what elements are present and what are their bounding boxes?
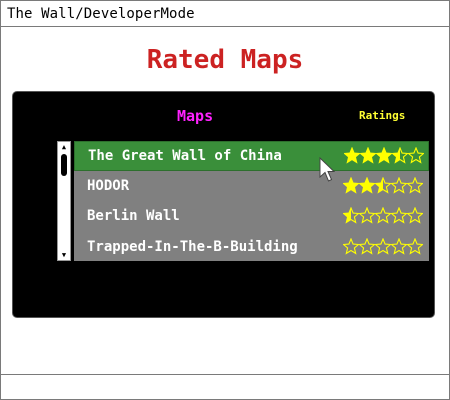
star-icon <box>375 207 391 224</box>
star-icon <box>360 147 376 164</box>
ratings-column-header: Ratings <box>359 109 406 122</box>
window-title: The Wall/DeveloperMode <box>7 6 195 22</box>
list-scrollbar[interactable]: ▲ ▼ <box>57 141 71 261</box>
star-icon <box>407 237 423 255</box>
status-bar <box>1 374 449 399</box>
table-row[interactable]: The Great Wall of China <box>74 141 429 171</box>
title-bar: The Wall/DeveloperMode <box>1 1 449 27</box>
star-icon <box>343 237 359 255</box>
scroll-down-arrow-icon[interactable]: ▼ <box>58 250 70 260</box>
star-icon <box>391 207 407 224</box>
table-row[interactable]: HODOR <box>74 172 429 202</box>
star-icon <box>392 147 408 164</box>
star-icon <box>344 147 360 164</box>
star-icon <box>359 176 375 194</box>
star-icon <box>375 176 391 194</box>
star-icon <box>391 176 407 194</box>
star-icon <box>359 237 375 255</box>
scrollbar-thumb[interactable] <box>61 154 67 176</box>
star-icon <box>375 237 391 255</box>
map-name: HODOR <box>87 177 130 194</box>
star-icon <box>343 176 359 194</box>
map-rows: The Great Wall of China HODOR Berlin Wall T… <box>74 141 429 261</box>
map-name: Berlin Wall <box>87 208 180 224</box>
table-row[interactable]: Berlin Wall <box>74 202 429 232</box>
maps-column-header: Maps <box>177 107 214 125</box>
star-icon <box>408 147 424 164</box>
mouse-pointer-icon <box>319 156 336 187</box>
rating-stars <box>344 147 424 167</box>
app-window: The Wall/DeveloperMode Rated Maps Maps R… <box>0 0 450 400</box>
star-icon <box>407 207 423 224</box>
star-icon <box>343 207 359 224</box>
star-icon <box>391 237 407 255</box>
scroll-up-arrow-icon[interactable]: ▲ <box>58 142 70 152</box>
map-name: The Great Wall of China <box>88 148 282 164</box>
rating-stars <box>343 176 423 197</box>
star-icon <box>376 147 392 164</box>
maps-list: ▲ ▼ The Great Wall of China HODOR Berlin W… <box>57 141 429 261</box>
star-icon <box>407 176 423 194</box>
map-name: Trapped-In-The-B-Building <box>87 238 298 255</box>
rating-stars <box>343 237 423 258</box>
page-title: Rated Maps <box>146 45 304 75</box>
star-icon <box>359 207 375 224</box>
rating-stars <box>343 207 423 227</box>
table-row[interactable]: Trapped-In-The-B-Building <box>74 233 429 263</box>
